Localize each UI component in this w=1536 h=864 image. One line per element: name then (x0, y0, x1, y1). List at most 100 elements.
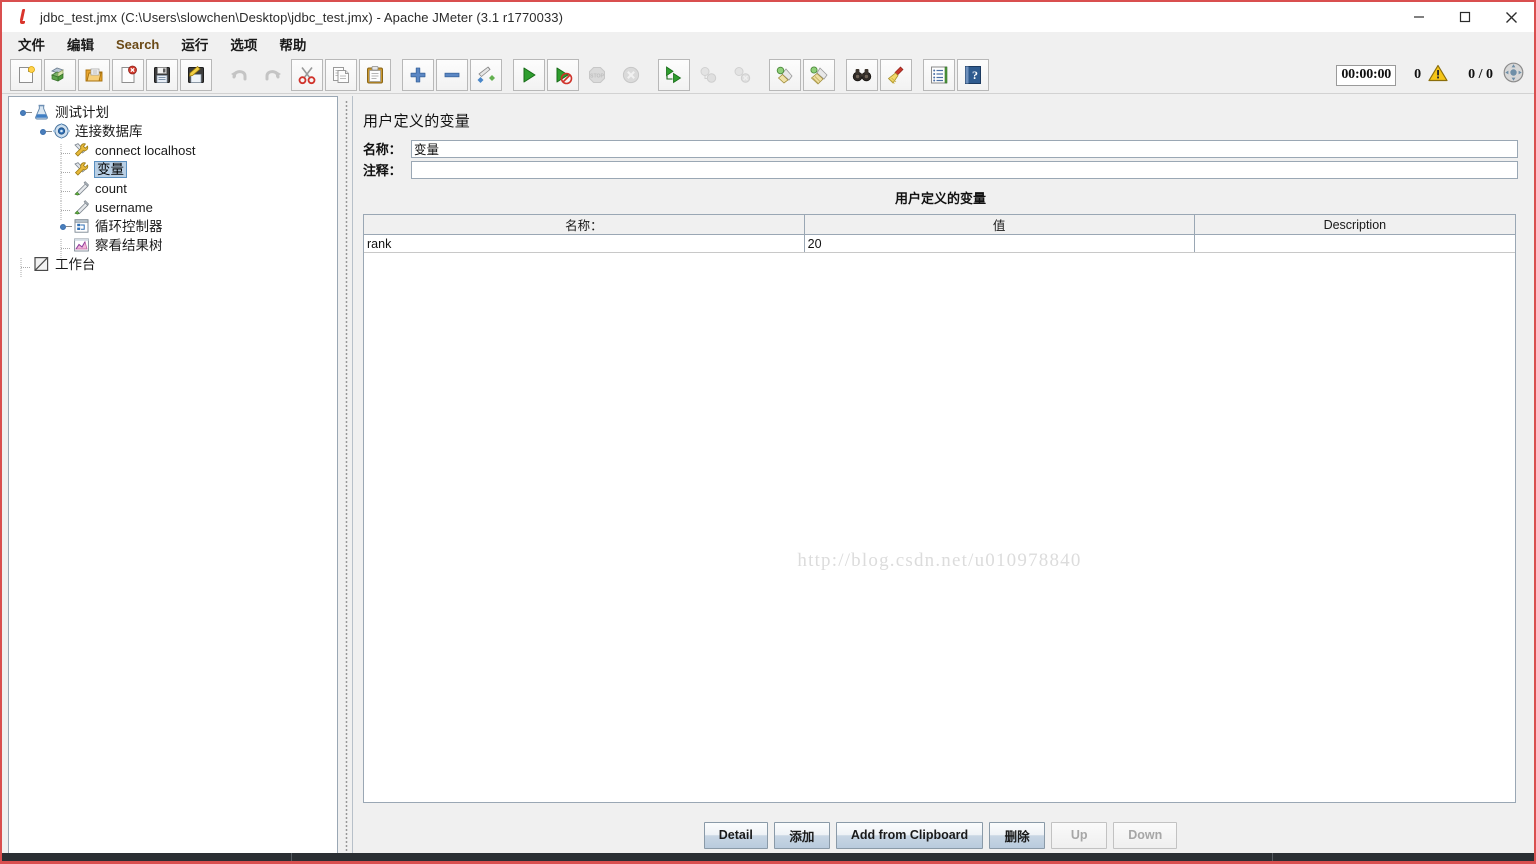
save-as-icon[interactable] (180, 58, 212, 91)
tree-node-variables[interactable]: 变量 (19, 160, 337, 182)
save-icon[interactable] (146, 58, 178, 91)
tree-node-label: count (95, 181, 127, 196)
config-element-icon (73, 161, 91, 178)
expand-all-icon[interactable] (402, 58, 434, 91)
main-split-pane: 测试计划连接数据库 connect localhost 变量 count usernam… (2, 94, 1534, 861)
element-editor-panel: 用户定义的变量 名称： 注释： 用户定义的变量 名称： 值 Descriptio… (352, 96, 1528, 857)
warning-count: 0 (1414, 67, 1422, 82)
column-header-name[interactable]: 名称： (364, 215, 805, 235)
tree-node-loop-controller[interactable]: 循环控制器 (19, 217, 337, 236)
tree-connector (59, 238, 73, 258)
menu-run[interactable]: 运行 (179, 32, 210, 56)
up-button: Up (1051, 821, 1108, 849)
comment-field-label: 注释： (363, 163, 402, 178)
cut-icon[interactable] (291, 58, 323, 91)
menu-file[interactable]: 文件 (16, 32, 47, 56)
start-remote-all-icon[interactable] (658, 58, 690, 91)
tree-node-username[interactable]: username (19, 198, 337, 220)
warning-triangle-icon[interactable] (1428, 64, 1448, 87)
new-icon[interactable] (10, 58, 42, 91)
start-icon[interactable] (513, 58, 545, 91)
tree-node-label: 察看结果树 (95, 237, 163, 253)
tree-expand-handle-icon[interactable] (19, 106, 33, 120)
test-plan-tree[interactable]: 测试计划连接数据库 connect localhost 变量 count usernam… (9, 97, 337, 277)
clear-all-icon[interactable] (803, 58, 835, 91)
menu-options[interactable]: 选项 (228, 32, 259, 56)
close-button[interactable] (1488, 2, 1534, 32)
toolbar-status-area: 00:00:00 0 0 / 0 (1336, 56, 1524, 94)
open-icon[interactable] (78, 58, 110, 91)
down-button: Down (1113, 821, 1178, 849)
tree-node-label: 工作台 (55, 256, 96, 272)
clear-icon[interactable] (769, 58, 801, 91)
tree-node-label: username (95, 200, 153, 215)
paste-icon[interactable] (359, 58, 391, 91)
delete-button[interactable]: 删除 (989, 821, 1046, 849)
add-from-clipboard-button[interactable]: Add from Clipboard (835, 821, 984, 849)
tree-expand-handle-icon[interactable] (59, 220, 73, 234)
add-button[interactable]: 添加 (773, 821, 830, 849)
help-icon[interactable]: ? (957, 58, 989, 91)
active-thread-count: 0 / 0 (1468, 67, 1493, 82)
minimize-button[interactable] (1396, 2, 1442, 32)
jmeter-window: jdbc_test.jmx (C:\Users\slowchen\Desktop… (0, 0, 1536, 864)
menu-help[interactable]: 帮助 (277, 32, 308, 56)
tree-connector (19, 257, 33, 277)
column-header-description[interactable]: Description (1194, 215, 1515, 235)
cell-variable-name[interactable]: rank (364, 234, 805, 253)
split-divider-grip[interactable] (345, 100, 348, 851)
collapse-all-icon[interactable] (436, 58, 468, 91)
tree-node-thread-group[interactable]: 连接数据库 (19, 122, 337, 141)
tree-node-count[interactable]: count (19, 179, 337, 201)
tree-node-connect-localhost[interactable]: connect localhost (19, 141, 337, 163)
variables-table-container[interactable]: 名称： 值 Description rank 20 http://blog.csd… (363, 214, 1516, 803)
stop-icon: STOP (581, 59, 613, 91)
start-no-pauses-icon[interactable] (547, 58, 579, 91)
menu-edit[interactable]: 编辑 (65, 32, 96, 56)
detail-button[interactable]: Detail (703, 821, 768, 849)
tree-expand-handle-icon[interactable] (39, 125, 53, 139)
elapsed-time-display: 00:00:00 (1336, 64, 1397, 86)
tree-node-view-results-tree[interactable]: 察看结果树 (19, 236, 337, 258)
counter-icon (73, 180, 91, 197)
tree-node-label: connect localhost (95, 143, 196, 158)
page-title: 用户定义的变量 (363, 113, 471, 130)
maximize-button[interactable] (1442, 2, 1488, 32)
shutdown-icon (615, 59, 647, 91)
listener-icon (73, 237, 91, 254)
tree-node-test-plan[interactable]: 测试计划 (19, 103, 337, 122)
test-plan-tree-panel[interactable]: 测试计划连接数据库 connect localhost 变量 count usernam… (8, 96, 338, 855)
cell-variable-description[interactable] (1194, 234, 1515, 253)
templates-icon[interactable] (44, 58, 76, 91)
search-icon[interactable] (846, 58, 878, 91)
tree-node-workbench[interactable]: 工作台 (19, 255, 337, 277)
function-helper-icon[interactable] (923, 58, 955, 91)
thread-group-icon (53, 123, 71, 140)
copy-icon[interactable] (325, 58, 357, 91)
name-field-label: 名称： (363, 142, 402, 157)
reset-search-icon[interactable] (880, 58, 912, 91)
close-icon[interactable] (112, 58, 144, 91)
comment-input[interactable] (411, 160, 1518, 179)
column-header-value[interactable]: 值 (804, 215, 1195, 235)
watermark-text: http://blog.csdn.net/u010978840 (797, 550, 1082, 571)
tree-connector (59, 162, 73, 182)
undo-icon (223, 59, 255, 91)
name-input[interactable] (411, 139, 1518, 158)
window-controls (1396, 2, 1534, 32)
tree-connector (59, 143, 73, 163)
tree-node-label: 测试计划 (55, 104, 109, 120)
variables-table[interactable]: 名称： 值 Description rank 20 (364, 215, 1515, 253)
shutdown-remote-all-icon (726, 59, 758, 91)
controller-icon (73, 218, 91, 235)
cell-variable-value[interactable]: 20 (804, 234, 1195, 253)
tree-node-label: 变量 (94, 160, 127, 179)
tree-node-label: 循环控制器 (95, 218, 163, 234)
test-plan-icon (33, 104, 51, 121)
tree-connector (59, 200, 73, 220)
menu-search[interactable]: Search (114, 35, 161, 54)
split-divider[interactable] (342, 96, 351, 855)
table-row[interactable]: rank 20 (364, 234, 1515, 253)
toggle-icon[interactable] (470, 58, 502, 91)
window-title: jdbc_test.jmx (C:\Users\slowchen\Desktop… (40, 9, 564, 25)
